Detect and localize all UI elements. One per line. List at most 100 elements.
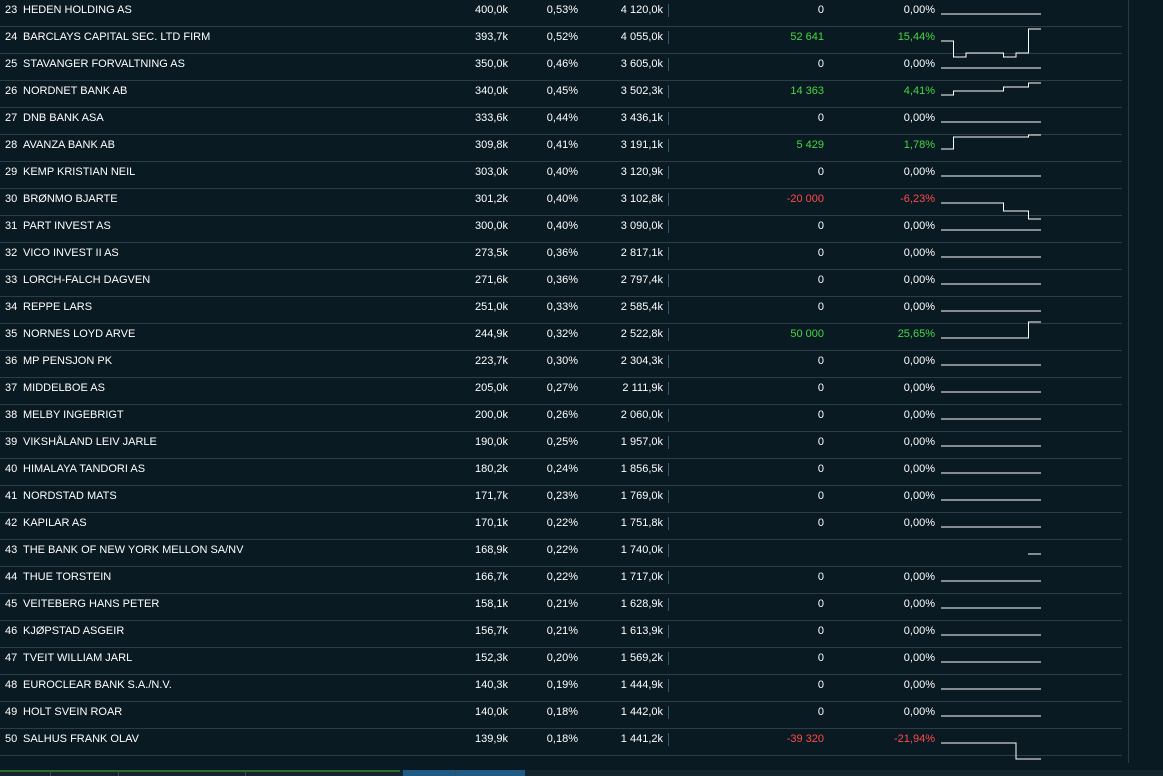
bottom-tab[interactable] bbox=[245, 770, 246, 776]
table-row[interactable]: 41 NORDSTAD MATS 171,7k 0,23% 1 769,0k 0 0,00% bbox=[0, 486, 1122, 513]
bottom-tab-active[interactable] bbox=[403, 770, 525, 776]
holding-sparkline bbox=[941, 202, 1041, 220]
rank-cell: 29 bbox=[5, 166, 18, 178]
table-row[interactable]: 43 THE BANK OF NEW YORK MELLON SA/NV 168,9… bbox=[0, 540, 1122, 567]
table-row[interactable]: 34 REPPE LARS 251,0k 0,33% 2 585,4k 0 0,00% bbox=[0, 297, 1122, 324]
column-separator bbox=[668, 328, 669, 341]
table-row[interactable]: 26 NORDNET BANK AB 340,0k 0,45% 3 502,3k 14 3… bbox=[0, 81, 1122, 108]
change-pct-cell: 0,00% bbox=[903, 355, 935, 367]
table-row[interactable]: 36 MP PENSJON PK 223,7k 0,30% 2 304,3k 0 0,00% bbox=[0, 351, 1122, 378]
change-pct-cell: 0,00% bbox=[903, 409, 935, 421]
table-row[interactable]: 32 VICO INVEST II AS 273,5k 0,36% 2 817,1k 0 0… bbox=[0, 243, 1122, 270]
holder-name-cell: NORNES LOYD ARVE bbox=[23, 328, 136, 340]
change-cell: 0 bbox=[817, 382, 824, 394]
change-pct-cell: 0,00% bbox=[903, 382, 935, 394]
value-cell: 1 717,0k bbox=[620, 571, 663, 583]
rank-cell: 28 bbox=[5, 139, 18, 151]
value-cell: 2 817,1k bbox=[620, 247, 663, 259]
table-row[interactable]: 40 HIMALAYA TANDORI AS 180,2k 0,24% 1 856,5k… bbox=[0, 459, 1122, 486]
shares-cell: 244,9k bbox=[474, 328, 508, 340]
ownership-pct-cell: 0,32% bbox=[546, 328, 578, 340]
holder-name-cell: VICO INVEST II AS bbox=[23, 247, 119, 259]
bottom-tab[interactable] bbox=[455, 770, 456, 776]
ownership-pct-cell: 0,22% bbox=[546, 571, 578, 583]
column-separator bbox=[668, 436, 669, 449]
value-cell: 3 090,0k bbox=[620, 220, 663, 232]
rank-cell: 44 bbox=[5, 571, 18, 583]
value-cell: 3 120,9k bbox=[620, 166, 663, 178]
holding-sparkline bbox=[941, 526, 1041, 528]
change-cell: 0 bbox=[817, 4, 824, 16]
ownership-pct-cell: 0,25% bbox=[546, 436, 578, 448]
table-row[interactable]: 27 DNB BANK ASA 333,6k 0,44% 3 436,1k 0 0,00% bbox=[0, 108, 1122, 135]
table-row[interactable]: 38 MELBY INGEBRIGT 200,0k 0,26% 2 060,0k 0 0,0… bbox=[0, 405, 1122, 432]
table-row[interactable]: 42 KAPILAR AS 170,1k 0,22% 1 751,8k 0 0,00% bbox=[0, 513, 1122, 540]
rank-cell: 49 bbox=[5, 706, 18, 718]
shares-cell: 350,0k bbox=[474, 58, 508, 70]
table-row[interactable]: 25 STAVANGER FORVALTNING AS 350,0k 0,46% 3 6… bbox=[0, 54, 1122, 81]
table-row[interactable]: 48 EUROCLEAR BANK S.A./N.V. 140,3k 0,19% 1 4… bbox=[0, 675, 1122, 702]
table-row[interactable]: 49 HOLT SVEIN ROAR 140,0k 0,18% 1 442,0k 0 0,0… bbox=[0, 702, 1122, 729]
change-cell: -20 000 bbox=[786, 193, 824, 205]
holder-name-cell: SALHUS FRANK OLAV bbox=[23, 733, 139, 745]
column-separator bbox=[668, 247, 669, 260]
ownership-pct-cell: 0,20% bbox=[546, 652, 578, 664]
rank-cell: 40 bbox=[5, 463, 18, 475]
table-row[interactable]: 39 VIKSHÅLAND LEIV JARLE 190,0k 0,25% 1 957,… bbox=[0, 432, 1122, 459]
change-pct-cell: 0,00% bbox=[903, 706, 935, 718]
table-row[interactable]: 46 KJØPSTAD ASGEIR 156,7k 0,21% 1 613,9k 0 0,0… bbox=[0, 621, 1122, 648]
ownership-pct-cell: 0,21% bbox=[546, 598, 578, 610]
table-row[interactable]: 37 MIDDELBOE AS 205,0k 0,27% 2 111,9k 0 0,00% bbox=[0, 378, 1122, 405]
table-row[interactable]: 31 PART INVEST AS 300,0k 0,40% 3 090,0k 0 0,00… bbox=[0, 216, 1122, 243]
table-row[interactable]: 50 SALHUS FRANK OLAV 139,9k 0,18% 1 441,2k -3… bbox=[0, 729, 1122, 760]
table-row[interactable]: 30 BRØNMO BJARTE 301,2k 0,40% 3 102,8k -20 00… bbox=[0, 189, 1122, 220]
change-cell: 0 bbox=[817, 409, 824, 421]
table-row[interactable]: 47 TVEIT WILLIAM JARL 152,3k 0,20% 1 569,2k 0… bbox=[0, 648, 1122, 675]
rank-cell: 41 bbox=[5, 490, 18, 502]
ownership-pct-cell: 0,45% bbox=[546, 85, 578, 97]
change-cell: 0 bbox=[817, 58, 824, 70]
ownership-pct-cell: 0,24% bbox=[546, 463, 578, 475]
shares-cell: 190,0k bbox=[474, 436, 508, 448]
change-pct-cell: 0,00% bbox=[903, 166, 935, 178]
value-cell: 2 111,9k bbox=[622, 382, 663, 394]
column-separator bbox=[668, 139, 669, 152]
holding-sparkline bbox=[941, 742, 1041, 760]
table-row[interactable]: 33 LORCH-FALCH DAGVEN 271,6k 0,36% 2 797,4k 0… bbox=[0, 270, 1122, 297]
value-cell: 1 957,0k bbox=[620, 436, 663, 448]
shares-cell: 393,7k bbox=[474, 31, 508, 43]
table-row[interactable]: 23 HEDEN HOLDING AS 400,0k 0,53% 4 120,0k 0 0,… bbox=[0, 0, 1122, 27]
holder-name-cell: MELBY INGEBRIGT bbox=[23, 409, 124, 421]
holding-sparkline bbox=[941, 256, 1041, 258]
change-cell: 52 641 bbox=[790, 31, 824, 43]
rank-cell: 48 bbox=[5, 679, 18, 691]
ownership-pct-cell: 0,41% bbox=[546, 139, 578, 151]
bottom-tab[interactable] bbox=[50, 770, 51, 776]
column-separator bbox=[668, 31, 669, 44]
holding-sparkline bbox=[941, 688, 1041, 690]
column-separator bbox=[668, 706, 669, 719]
holding-sparkline bbox=[941, 82, 1041, 96]
rank-cell: 36 bbox=[5, 355, 18, 367]
table-row[interactable]: 45 VEITEBERG HANS PETER 158,1k 0,21% 1 628,9… bbox=[0, 594, 1122, 621]
holder-name-cell: KJØPSTAD ASGEIR bbox=[23, 625, 125, 637]
table-row[interactable]: 24 BARCLAYS CAPITAL SEC. LTD FIRM 393,7k 0,… bbox=[0, 27, 1122, 58]
table-row[interactable]: 35 NORNES LOYD ARVE 244,9k 0,32% 2 522,8k 50 … bbox=[0, 321, 1122, 351]
value-cell: 1 856,5k bbox=[620, 463, 663, 475]
ownership-pct-cell: 0,18% bbox=[546, 706, 578, 718]
holder-name-cell: LORCH-FALCH DAGVEN bbox=[23, 274, 151, 286]
table-row[interactable]: 44 THUE TORSTEIN 166,7k 0,22% 1 717,0k 0 0,00% bbox=[0, 567, 1122, 594]
shares-cell: 158,1k bbox=[474, 598, 508, 610]
column-separator bbox=[668, 463, 669, 476]
holder-name-cell: THE BANK OF NEW YORK MELLON SA/NV bbox=[23, 544, 244, 556]
table-row[interactable]: 29 KEMP KRISTIAN NEIL 303,0k 0,40% 3 120,9k 0… bbox=[0, 162, 1122, 189]
column-separator bbox=[668, 544, 669, 557]
bottom-tab-bar[interactable] bbox=[0, 770, 1163, 776]
change-cell: 50 000 bbox=[790, 328, 824, 340]
holding-sparkline bbox=[941, 28, 1041, 58]
bottom-tab[interactable] bbox=[118, 770, 119, 776]
table-row[interactable]: 28 AVANZA BANK AB 309,8k 0,41% 3 191,1k 5 429… bbox=[0, 134, 1122, 162]
holder-name-cell: MIDDELBOE AS bbox=[23, 382, 105, 394]
change-cell: 0 bbox=[817, 706, 824, 718]
shares-cell: 140,3k bbox=[474, 679, 508, 691]
